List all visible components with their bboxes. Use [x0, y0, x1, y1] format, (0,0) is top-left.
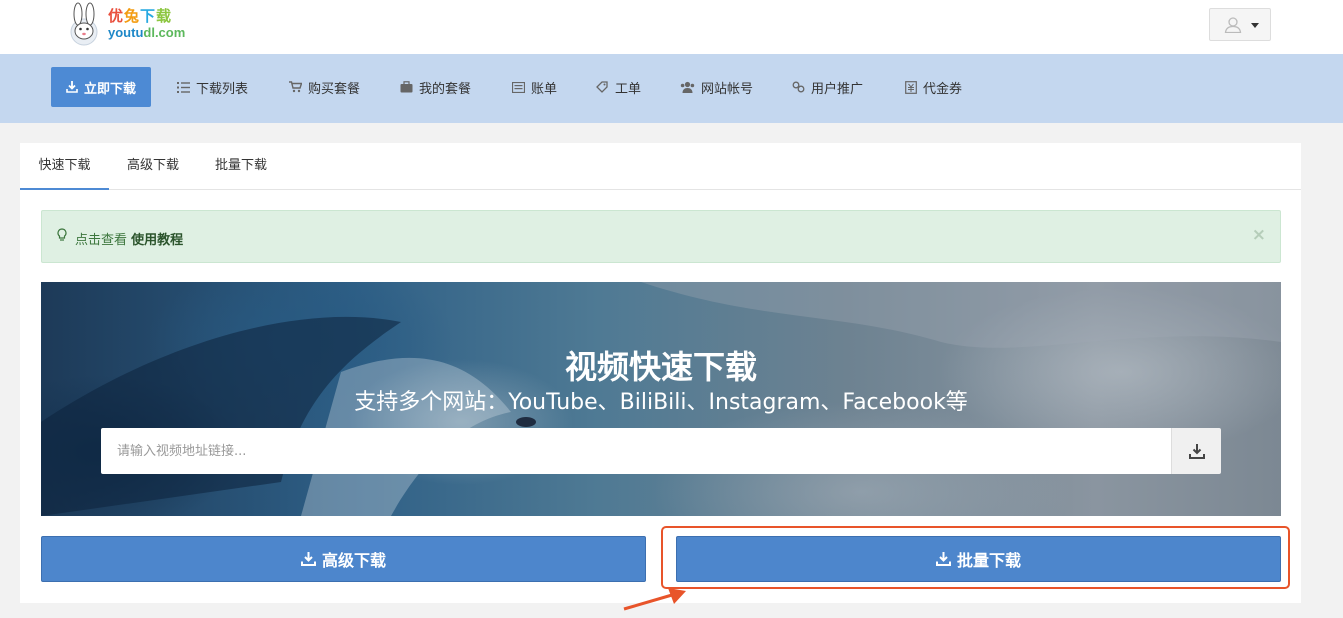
- close-icon[interactable]: ×: [1252, 225, 1266, 245]
- logo-chinese-text: 优兔下载: [108, 7, 173, 25]
- cart-icon: [289, 81, 302, 93]
- annotation-arrow-icon: [623, 588, 686, 611]
- nav-item-label: 代金券: [923, 81, 963, 97]
- tab-quick-download[interactable]: 快速下载: [20, 143, 109, 190]
- top-header: 优兔下载 youtudl.com: [0, 0, 1343, 54]
- nav-item-bills[interactable]: 账单: [512, 67, 557, 107]
- submit-download-button[interactable]: [1171, 428, 1221, 474]
- main-nav: 立即下载 下载列表 购买套餐 我的套餐 账单 工单 网站帐号 用户推广 代金券: [0, 54, 1343, 123]
- download-tabs: 快速下载 高级下载 批量下载: [20, 143, 1301, 190]
- nav-item-label: 用户推广: [811, 81, 864, 97]
- users-icon: [680, 81, 695, 93]
- download-icon: [1188, 443, 1205, 459]
- alert-text: 点击查看 使用教程: [75, 233, 184, 248]
- tutorial-link[interactable]: 使用教程: [131, 233, 183, 248]
- nav-item-label: 工单: [615, 81, 642, 97]
- highlight-annotation-box: [661, 526, 1290, 589]
- nav-item-download-now[interactable]: 立即下载: [51, 67, 152, 107]
- logo-domain-text: youtudl.com: [108, 25, 186, 40]
- tutorial-alert: 点击查看 使用教程 ×: [41, 210, 1281, 263]
- coupon-icon: [905, 80, 917, 94]
- nav-item-label: 下载列表: [196, 81, 249, 97]
- user-menu-button[interactable]: [1209, 8, 1271, 41]
- bill-icon: [512, 81, 525, 93]
- nav-item-site-accounts[interactable]: 网站帐号: [680, 67, 753, 107]
- nav-item-coupons[interactable]: 代金券: [905, 67, 962, 107]
- user-icon: [1224, 17, 1242, 33]
- advanced-download-button[interactable]: 高级下载: [41, 536, 646, 582]
- video-url-input[interactable]: [101, 428, 1171, 474]
- download-icon: [66, 81, 78, 93]
- tab-advanced-download[interactable]: 高级下载: [120, 143, 186, 190]
- nav-item-download-list[interactable]: 下载列表: [177, 67, 248, 107]
- site-logo[interactable]: 优兔下载 youtudl.com: [60, 0, 210, 50]
- tag-icon: [596, 81, 608, 93]
- button-label: 高级下载: [321, 551, 386, 570]
- nav-item-label: 账单: [531, 81, 558, 97]
- chevron-down-icon: [1251, 23, 1259, 28]
- tab-batch-download[interactable]: 批量下载: [208, 143, 274, 190]
- lightbulb-icon: [57, 228, 67, 241]
- download-icon: [300, 552, 316, 566]
- hero-title: 视频快速下载: [564, 348, 757, 386]
- nav-item-label: 网站帐号: [701, 81, 754, 97]
- nav-item-referral[interactable]: 用户推广: [792, 67, 863, 107]
- nav-item-buy-plan[interactable]: 购买套餐: [289, 67, 360, 107]
- nav-item-label: 购买套餐: [308, 81, 361, 97]
- nav-item-label: 立即下载: [84, 81, 137, 97]
- list-icon: [177, 81, 190, 93]
- link-icon: [792, 81, 805, 93]
- nav-item-label: 我的套餐: [419, 81, 472, 97]
- nav-item-tickets[interactable]: 工单: [596, 67, 641, 107]
- nav-item-my-plan[interactable]: 我的套餐: [400, 67, 471, 107]
- briefcase-icon: [400, 81, 413, 93]
- rabbit-logo-icon: [70, 2, 98, 46]
- hero-banner: 视频快速下载 支持多个网站：YouTube、BiliBili、Instagram…: [41, 282, 1281, 516]
- hero-subtitle: 支持多个网站：YouTube、BiliBili、Instagram、Facebo…: [354, 390, 968, 415]
